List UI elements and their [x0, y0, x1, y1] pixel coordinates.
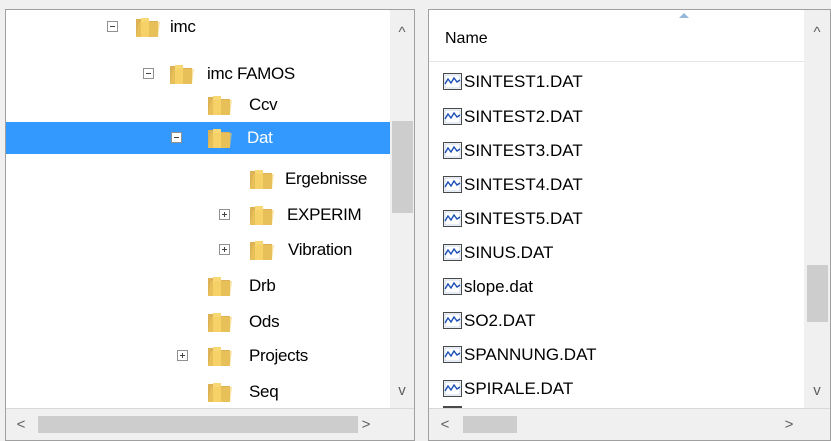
tree-item-ergebnisse[interactable]: Ergebnisse: [6, 163, 390, 195]
collapse-icon[interactable]: [107, 21, 118, 32]
scroll-down-icon[interactable]: v: [807, 382, 827, 399]
waveform-file-icon: [443, 244, 462, 261]
scroll-up-icon[interactable]: ^: [807, 24, 827, 41]
tree-item-ccv[interactable]: Ccv: [6, 89, 390, 121]
tree-item-dat[interactable]: Dat: [6, 122, 390, 154]
tree-item-label: Seq: [249, 382, 279, 401]
tree-horizontal-scrollbar[interactable]: < >: [6, 408, 414, 440]
file-name: SINUS.DAT: [464, 243, 554, 262]
scrollbar-thumb[interactable]: [392, 121, 413, 213]
scrollbar-thumb[interactable]: [807, 265, 828, 322]
file-name: SINTEST5.DAT: [464, 209, 583, 228]
tree-item-projects[interactable]: Projects: [6, 340, 390, 372]
tree-item-label: Projects: [249, 346, 309, 365]
waveform-file-icon: [443, 108, 462, 125]
file-row[interactable]: SO2.DAT: [443, 305, 803, 337]
file-name: SINTEST2.DAT: [464, 107, 583, 126]
file-row[interactable]: SINTEST5.DAT: [443, 203, 803, 235]
file-row[interactable]: SINTEST1.DAT: [443, 66, 803, 98]
tree-item-drb[interactable]: Drb: [6, 270, 390, 302]
folder-icon: [136, 18, 160, 37]
file-row[interactable]: SINTEST2.DAT: [443, 101, 803, 133]
file-row[interactable]: SPANNUNG.DAT: [443, 339, 803, 371]
file-name: slope.dat: [464, 277, 533, 296]
file-name: SINTEST1.DAT: [464, 72, 583, 91]
tree-item-label: Dat: [247, 128, 273, 147]
folder-icon: [170, 65, 194, 84]
file-list-pane: Name SINTEST1.DAT SINTEST2.DAT SINTEST3.…: [428, 9, 831, 441]
folder-tree-pane: imc imc FAMOS Ccv Dat Ergebnisse EXPERIM…: [5, 9, 415, 441]
folder-icon: [208, 129, 232, 148]
scroll-left-icon[interactable]: <: [11, 416, 31, 433]
collapse-icon[interactable]: [171, 132, 182, 143]
tree-item-imc[interactable]: imc: [6, 11, 390, 43]
file-row[interactable]: SINTEST3.DAT: [443, 135, 803, 167]
tree-item-ods[interactable]: Ods: [6, 306, 390, 338]
list-horizontal-scrollbar[interactable]: < >: [429, 408, 830, 440]
scrollbar-thumb[interactable]: [463, 416, 517, 433]
tree-item-label: imc: [170, 17, 196, 36]
expand-icon[interactable]: [219, 209, 230, 220]
file-row[interactable]: SPIRALE.DAT: [443, 373, 803, 405]
waveform-file-icon: [443, 380, 462, 397]
scroll-up-icon[interactable]: ^: [392, 24, 412, 41]
waveform-file-icon: [443, 73, 462, 90]
column-header-name[interactable]: Name: [429, 10, 809, 62]
waveform-file-icon: [443, 176, 462, 193]
file-name: SO2.DAT: [464, 311, 536, 330]
scroll-left-icon[interactable]: <: [435, 416, 455, 433]
file-row[interactable]: SINTEST4.DAT: [443, 169, 803, 201]
scroll-right-icon[interactable]: >: [779, 416, 799, 433]
tree-item-label: Drb: [249, 276, 276, 295]
column-header-label: Name: [445, 30, 488, 47]
file-name: SINTEST4.DAT: [464, 175, 583, 194]
file-row[interactable]: slope.dat: [443, 271, 803, 303]
list-vertical-scrollbar[interactable]: ^ v: [804, 10, 830, 408]
folder-icon: [208, 96, 232, 115]
file-name: SPANNUNG.DAT: [464, 345, 597, 364]
tree-item-label: Vibration: [288, 240, 353, 259]
tree-vertical-scrollbar[interactable]: ^ v: [390, 10, 414, 408]
tree-item-imc-famos[interactable]: imc FAMOS: [6, 58, 390, 90]
waveform-file-icon: [443, 346, 462, 363]
folder-icon: [208, 277, 232, 296]
tree-item-label: imc FAMOS: [207, 64, 295, 83]
sort-ascending-icon: [679, 13, 689, 18]
folder-icon: [208, 383, 232, 402]
folder-icon: [208, 313, 232, 332]
tree-item-vibration[interactable]: Vibration: [6, 234, 390, 266]
tree-item-label: EXPERIM: [287, 205, 362, 224]
folder-icon: [250, 206, 274, 225]
tree-item-label: Ods: [249, 312, 280, 331]
folder-icon: [208, 347, 232, 366]
expand-icon[interactable]: [219, 244, 230, 255]
scrollbar-thumb[interactable]: [38, 416, 358, 433]
scroll-right-icon[interactable]: >: [356, 416, 376, 433]
file-name: SPIRALE.DAT: [464, 379, 574, 398]
waveform-file-icon: [443, 210, 462, 227]
tree-item-label: Ccv: [249, 95, 278, 114]
tree-item-label: Ergebnisse: [285, 169, 368, 188]
folder-icon: [250, 170, 274, 189]
waveform-file-icon: [443, 278, 462, 295]
folder-icon: [250, 241, 274, 260]
waveform-file-icon: [443, 312, 462, 329]
tree-item-seq[interactable]: Seq: [6, 376, 390, 408]
waveform-file-icon: [443, 142, 462, 159]
file-row[interactable]: SINUS.DAT: [443, 237, 803, 269]
collapse-icon[interactable]: [143, 68, 154, 79]
file-name: SINTEST3.DAT: [464, 141, 583, 160]
expand-icon[interactable]: [177, 350, 188, 361]
scroll-down-icon[interactable]: v: [392, 382, 412, 399]
tree-item-experim[interactable]: EXPERIM: [6, 199, 390, 231]
